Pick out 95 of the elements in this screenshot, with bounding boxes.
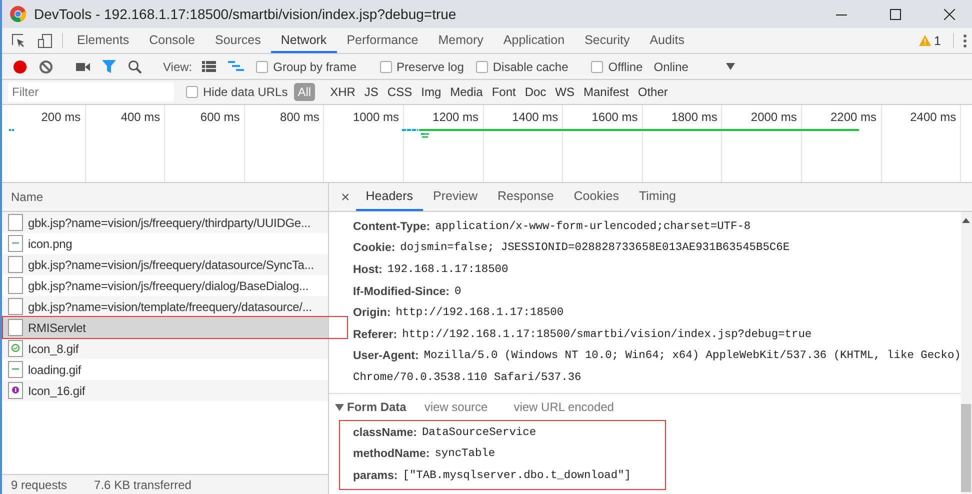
panel-tab[interactable]: Sources (204, 28, 271, 53)
time-tick: 2400 ms (910, 110, 956, 124)
panel-tab[interactable]: Security (574, 28, 640, 53)
view-label: View: (162, 60, 194, 74)
time-tick: 800 ms (280, 110, 320, 124)
option-checkbox[interactable]: Group by frame (251, 60, 362, 74)
type-filter[interactable]: JS (360, 83, 382, 101)
detail-tab[interactable]: Response (487, 183, 564, 211)
header-value: 192.168.1.17:18500 (387, 264, 508, 276)
header-name: If-Modified-Since: (353, 286, 450, 298)
header-value: dojsmin=false; JSESSIONID=028828733658E013AE931B63545B5C6E (400, 242, 790, 254)
image-file-icon (8, 235, 23, 252)
section-toggle[interactable]: Form Data (335, 400, 406, 414)
scrollbar[interactable] (960, 212, 972, 494)
view-link[interactable]: view URL encoded (506, 400, 622, 414)
request-row[interactable]: RMIServlet (2, 317, 328, 338)
image-file-icon (8, 361, 23, 378)
request-count: 9 requests (10, 478, 68, 492)
request-row[interactable]: Icon_16.gif (2, 380, 328, 401)
type-filter[interactable]: Font (488, 83, 520, 101)
window-title: DevTools - 192.168.1.17:18500/smartbi/vision/index.jsp?debug=true (34, 6, 458, 22)
file-icon (8, 298, 23, 315)
type-filter[interactable]: Media (446, 83, 487, 101)
close-icon[interactable] (944, 8, 954, 20)
header-name: Origin: (353, 307, 391, 320)
detail-tab[interactable]: Timing (628, 183, 686, 211)
view-link[interactable]: view source (416, 400, 496, 414)
header-name: Content-Type: (353, 220, 430, 233)
time-tick: 200 ms (41, 110, 81, 124)
param-value: DataSourceService (422, 426, 536, 439)
time-tick: 2000 ms (750, 110, 797, 124)
panel-tab[interactable]: Elements (67, 28, 140, 53)
header-value: http://192.168.1.17:18500/smartbi/vision/index.jsp?debug=true (402, 328, 812, 341)
file-icon (8, 214, 23, 231)
header-value: Mozilla/5.0 (Windows NT 10.0; Win64; x64) AppleWebKit/537.36 (KHTML, like Gecko) (424, 350, 961, 362)
detail-tab[interactable]: Headers (356, 183, 424, 211)
file-icon (8, 277, 23, 294)
type-filter[interactable]: CSS (383, 83, 416, 101)
panel-tab[interactable]: Console (139, 28, 205, 53)
panel-tab[interactable]: Memory (428, 28, 494, 53)
param-value: syncTable (434, 448, 496, 460)
detail-tab[interactable]: Preview (423, 183, 488, 211)
triangle-icon (335, 402, 344, 411)
header-value: Chrome/70.0.3538.110 Safari/537.36 (353, 372, 582, 384)
option-checkbox[interactable]: Disable cache (470, 60, 574, 74)
time-tick: 2200 ms (830, 110, 877, 124)
request-row[interactable]: gbk.jsp?name=vision/js/freequery/datasource/SyncTa... (2, 254, 328, 275)
filter-field[interactable]: Filter (8, 82, 174, 102)
type-filter[interactable]: XHR (326, 83, 360, 101)
type-filter[interactable]: Img (417, 83, 446, 101)
panel-tab[interactable]: Performance (336, 28, 428, 53)
browser-logo-icon (10, 6, 26, 22)
header-value: 0 (454, 286, 462, 298)
maximize-icon[interactable] (890, 8, 900, 20)
time-tick: 1200 ms (432, 110, 479, 124)
option-checkbox[interactable]: Offline (586, 60, 648, 74)
time-tick: 1600 ms (592, 110, 638, 124)
time-tick: 1800 ms (671, 110, 718, 124)
request-row[interactable]: gbk.jsp?name=vision/template/freequery/datasource/... (2, 296, 328, 317)
throttling-dropdown[interactable]: Online (650, 60, 740, 74)
time-tick: 400 ms (120, 110, 160, 124)
caret-icon (726, 63, 736, 70)
detail-tab[interactable]: Cookies (564, 183, 629, 211)
param-name: methodName: (353, 448, 430, 460)
param-name: className: (353, 426, 417, 439)
type-filter[interactable]: Other (634, 83, 672, 101)
image-file-icon (8, 382, 23, 399)
type-filter[interactable]: Doc (520, 83, 550, 101)
header-value: http://192.168.1.17:18500 (396, 307, 564, 320)
header-value: application/x-www-form-urlencoded;charset=UTF-8 (435, 220, 751, 233)
time-tick: 1000 ms (352, 110, 399, 124)
transfer-size: 7.6 KB transferred (93, 478, 192, 492)
header-name: Cookie: (353, 242, 396, 254)
request-row[interactable]: gbk.jsp?name=vision/js/freequery/thirdparty/UUIDGe... (2, 212, 328, 233)
type-filter[interactable]: WS (551, 83, 579, 101)
header-name: Referer: (353, 328, 398, 341)
warning-counter[interactable]: 1 (919, 28, 949, 53)
param-value: ["TAB.mysqlserver.dbo.t_download"] (402, 470, 632, 482)
panel-tab[interactable]: Audits (640, 28, 694, 53)
header-name: Host: (353, 264, 382, 276)
panel-tab[interactable]: Application (493, 28, 575, 53)
time-tick: 600 ms (200, 110, 240, 124)
request-row[interactable]: Icon_8.gif (2, 338, 328, 359)
option-checkbox[interactable]: Preserve log (374, 60, 469, 74)
hide-data-urls-checkbox[interactable]: Hide data URLs (181, 85, 293, 99)
param-name: params: (353, 470, 398, 482)
type-filter[interactable]: Manifest (580, 83, 633, 101)
header-name: User-Agent: (353, 350, 419, 362)
scroll-up-icon[interactable] (962, 218, 970, 223)
file-icon (8, 319, 23, 336)
time-tick: 1400 ms (512, 110, 558, 124)
column-header[interactable]: Name (8, 190, 46, 204)
image-file-icon (8, 340, 23, 357)
warning-icon (919, 35, 932, 46)
file-icon (8, 256, 23, 273)
